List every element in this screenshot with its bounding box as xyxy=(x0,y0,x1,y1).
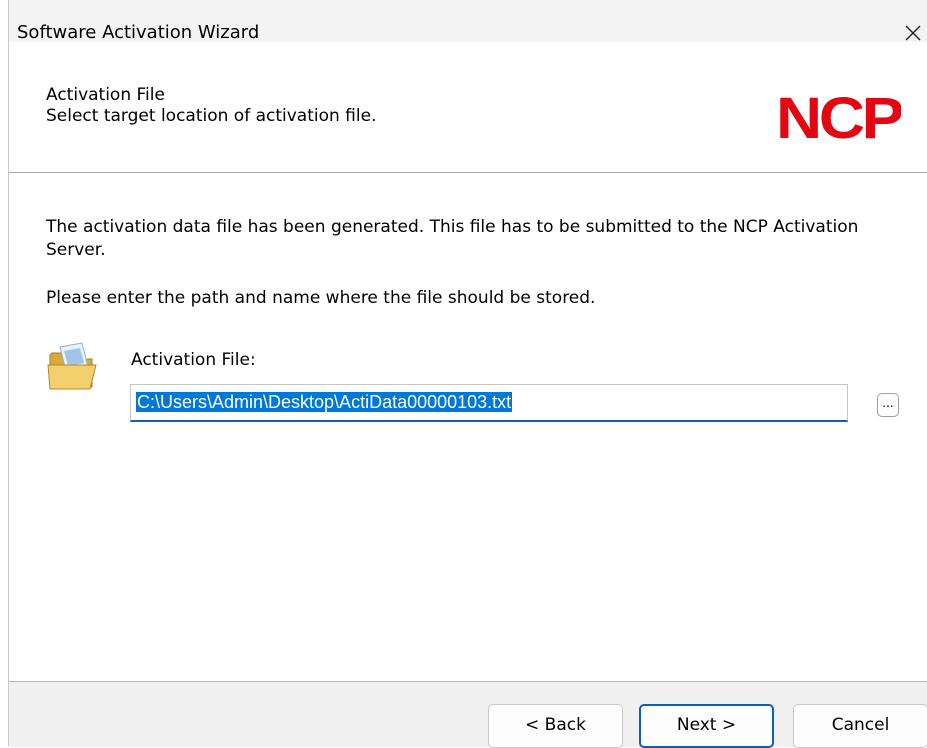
open-folder-icon xyxy=(47,342,97,390)
instruction-text: Please enter the path and name where the… xyxy=(46,288,596,308)
wizard-header: Activation File Select target location o… xyxy=(9,60,927,173)
page-subtitle: Select target location of activation fil… xyxy=(46,106,377,126)
wizard-content: The activation data file has been genera… xyxy=(9,173,927,681)
page-title: Activation File xyxy=(46,85,165,105)
browse-button[interactable]: ... xyxy=(877,393,899,417)
close-button[interactable] xyxy=(898,18,927,48)
title-bar: Software Activation Wizard xyxy=(9,0,927,43)
activation-file-path: C:\Users\Admin\Desktop\ActiData00000103.… xyxy=(136,392,513,412)
window-title: Software Activation Wizard xyxy=(17,22,260,43)
generated-message: The activation data file has been genera… xyxy=(46,217,859,260)
activation-file-label: Activation File: xyxy=(131,350,256,370)
close-icon xyxy=(905,25,921,41)
ncp-logo: NCP xyxy=(776,90,901,144)
activation-file-input[interactable]: C:\Users\Admin\Desktop\ActiData00000103.… xyxy=(130,384,848,422)
activation-wizard-window: Software Activation Wizard Activation Fi… xyxy=(8,0,927,748)
cancel-button[interactable]: Cancel xyxy=(793,704,927,748)
logo-text: NCP xyxy=(776,90,901,144)
back-button[interactable]: < Back xyxy=(488,704,623,748)
wizard-footer: < Back Next > Cancel xyxy=(9,681,927,748)
next-button[interactable]: Next > xyxy=(639,704,774,748)
